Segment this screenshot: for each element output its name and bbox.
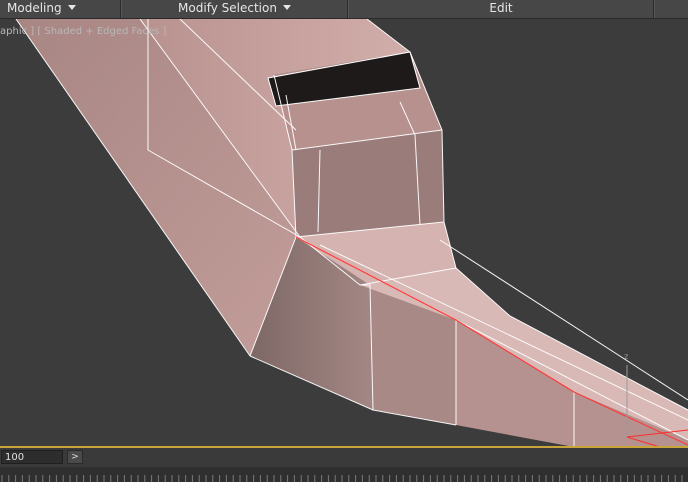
chevron-down-icon: [282, 5, 291, 10]
tab-edit-label: Edit: [489, 1, 513, 15]
chevron-down-icon: [67, 5, 76, 10]
perspective-viewport[interactable]: z: [0, 19, 688, 447]
timeline-area: 100 >: [0, 448, 688, 482]
mesh-render: [0, 19, 688, 447]
tab-modeling-label: Modeling: [7, 1, 62, 15]
tab-overflow[interactable]: [654, 0, 688, 18]
gizmo-z-label: z: [624, 352, 629, 361]
next-frame-button[interactable]: >: [67, 450, 83, 464]
timeline-ruler[interactable]: [0, 467, 688, 482]
tab-modify-selection[interactable]: Modify Selection: [121, 0, 348, 18]
tab-edit[interactable]: Edit: [348, 0, 654, 18]
ribbon-bar: Modeling Modify Selection Edit: [0, 0, 688, 19]
tab-modeling[interactable]: Modeling: [0, 0, 121, 18]
viewport-label[interactable]: aphic ] [ Shaded + Edged Faces ]: [0, 26, 166, 37]
frame-counter-field[interactable]: 100: [1, 450, 63, 464]
tab-modify-selection-label: Modify Selection: [178, 1, 277, 15]
